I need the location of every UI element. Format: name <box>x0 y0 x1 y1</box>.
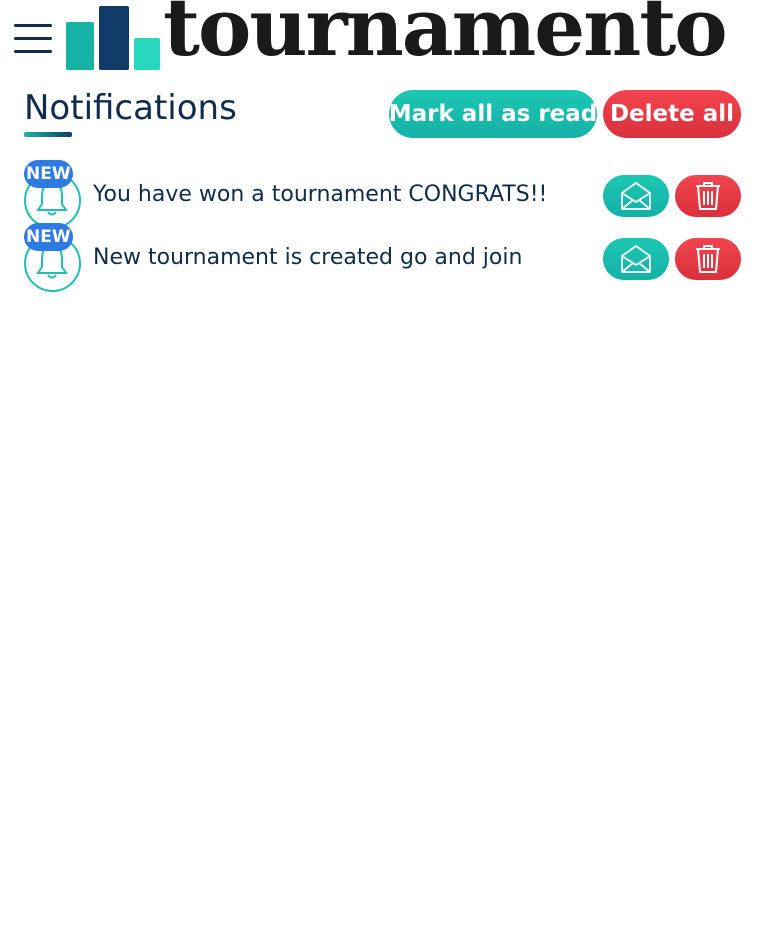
mark-read-button[interactable] <box>603 238 669 280</box>
notification-item: NEW New tournament is created go and joi… <box>24 223 741 292</box>
page-title: Notifications <box>24 88 237 128</box>
notification-text: New tournament is created go and join <box>93 245 523 270</box>
hamburger-menu-icon[interactable] <box>14 22 52 56</box>
notification-item: NEW You have won a tournament CONGRATS!! <box>24 160 741 229</box>
envelope-open-icon <box>621 245 651 273</box>
logo-wordmark: tournamento <box>163 0 728 74</box>
new-badge: NEW <box>24 160 73 188</box>
trash-icon <box>696 245 720 273</box>
mark-all-read-button[interactable]: Mark all as read <box>389 90 597 138</box>
logo-bar-chart-icon <box>66 6 160 70</box>
app-header: tournamento <box>0 0 765 80</box>
notification-text: You have won a tournament CONGRATS!! <box>93 182 548 207</box>
delete-notification-button[interactable] <box>675 238 741 280</box>
envelope-open-icon <box>621 182 651 210</box>
mark-read-button[interactable] <box>603 175 669 217</box>
app-logo[interactable]: tournamento <box>66 0 760 74</box>
delete-notification-button[interactable] <box>675 175 741 217</box>
delete-all-button[interactable]: Delete all <box>603 90 741 138</box>
title-underline <box>24 132 72 137</box>
new-badge: NEW <box>24 223 73 251</box>
trash-icon <box>696 182 720 210</box>
